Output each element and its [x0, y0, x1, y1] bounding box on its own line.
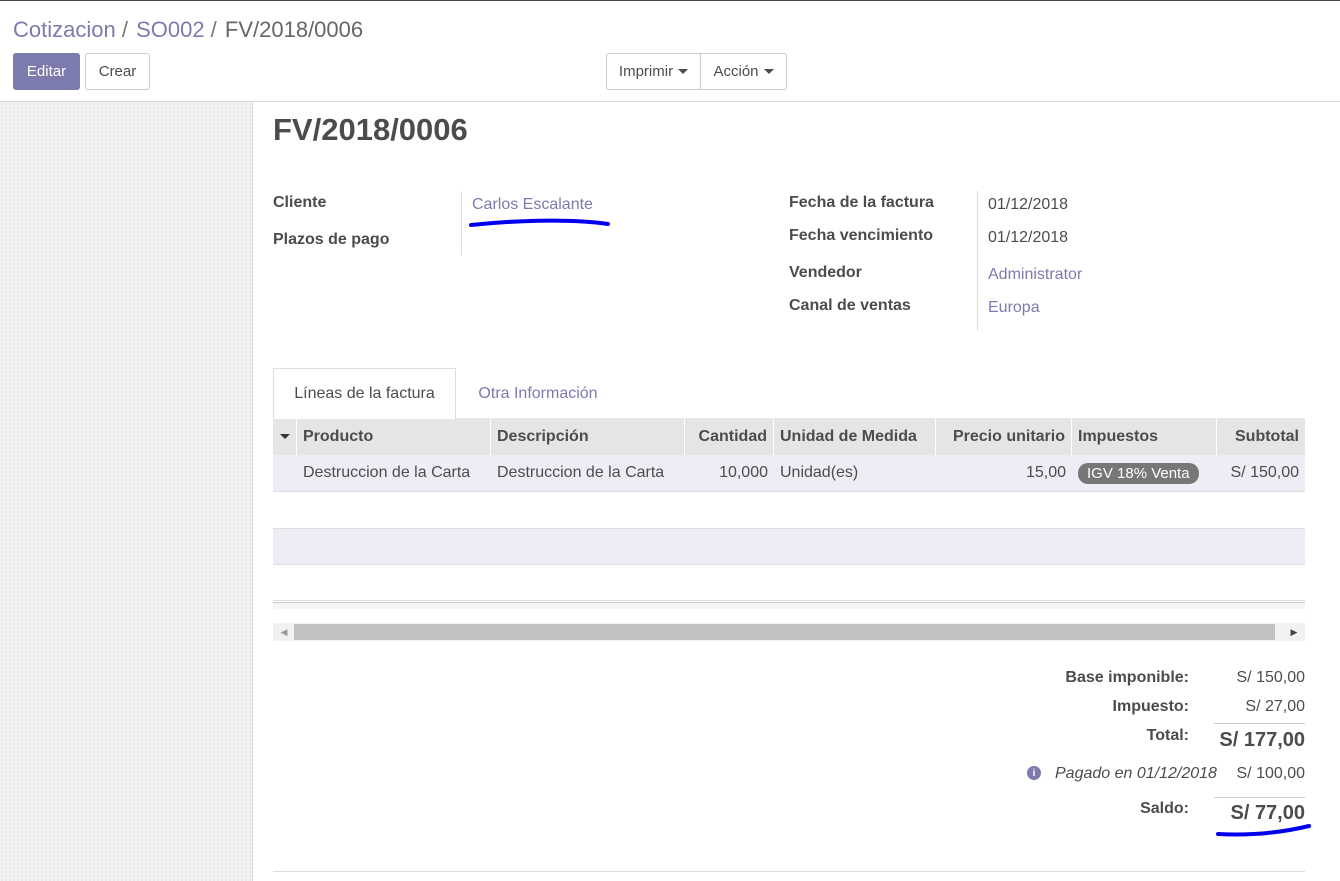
column-header-taxes[interactable]: Impuestos	[1072, 418, 1217, 455]
breadcrumb-separator: /	[115, 17, 135, 42]
field-divider	[461, 191, 462, 255]
cell-quantity: 10,000	[719, 464, 768, 481]
action-label: Acción	[713, 63, 759, 80]
total-value: S/ 177,00	[1219, 729, 1305, 751]
due-date-value: 01/12/2018	[988, 229, 1069, 246]
column-header-quantity[interactable]: Cantidad	[685, 418, 774, 455]
horizontal-scrollbar[interactable]: ◀ ▶	[273, 623, 1305, 641]
base-amount-value: S/ 150,00	[1236, 669, 1306, 686]
column-header-unit-price[interactable]: Precio unitario	[936, 418, 1072, 455]
breadcrumb-item-current: FV/2018/0006	[224, 17, 364, 42]
customer-label: Cliente	[273, 194, 327, 211]
notebook-tabs: Líneas de la factura Otra Información	[273, 368, 1305, 419]
create-button[interactable]: Crear	[85, 53, 150, 90]
sales-channel-label: Canal de ventas	[789, 297, 911, 314]
breadcrumb-item-cotizacion[interactable]: Cotizacion	[13, 17, 116, 42]
sidebar-dropdowns: Imprimir Acción	[606, 53, 787, 90]
table-footer-border	[273, 600, 1305, 601]
customer-link[interactable]: Carlos Escalante	[472, 196, 593, 214]
invoice-date-label: Fecha de la factura	[789, 194, 934, 211]
scrollbar-thumb[interactable]	[294, 624, 1275, 640]
salesperson-link[interactable]: Administrator	[988, 266, 1082, 284]
total-label: Total:	[1146, 727, 1189, 744]
payment-terms-label: Plazos de pago	[273, 231, 390, 248]
breadcrumb: Cotizacion / SO002 / FV/2018/0006	[13, 17, 363, 43]
column-toggle[interactable]	[273, 418, 297, 455]
tax-badge: IGV 18% Venta	[1078, 462, 1199, 484]
cell-subtotal: S/ 150,00	[1230, 464, 1300, 481]
field-divider	[977, 191, 978, 331]
tab-invoice-lines[interactable]: Líneas de la factura	[273, 368, 456, 419]
print-label: Imprimir	[618, 63, 674, 80]
breadcrumb-separator: /	[204, 17, 223, 42]
caret-down-icon	[678, 69, 689, 74]
table-header: Producto Descripción Cantidad Unidad de …	[273, 418, 1305, 455]
annotation-underline-balance	[1216, 824, 1311, 837]
invoice-date-value: 01/12/2018	[988, 196, 1069, 213]
cell-taxes: IGV 18% Venta	[1072, 455, 1217, 491]
column-header-subtotal[interactable]: Subtotal	[1217, 418, 1305, 455]
cell-product: Destruccion de la Carta	[303, 464, 471, 481]
balance-label: Saldo:	[1140, 800, 1189, 817]
action-dropdown-button[interactable]: Acción	[701, 53, 787, 90]
annotation-underline-customer	[469, 218, 610, 227]
caret-down-icon	[763, 69, 774, 74]
empty-row	[273, 528, 1305, 565]
column-header-uom[interactable]: Unidad de Medida	[774, 418, 936, 455]
salesperson-label: Vendedor	[789, 264, 862, 281]
tax-amount-value: S/ 27,00	[1245, 698, 1305, 715]
column-header-product[interactable]: Producto	[297, 418, 491, 455]
table-row[interactable]: Destruccion de la Carta Destruccion de l…	[273, 455, 1305, 492]
caret-down-icon	[279, 434, 290, 439]
payment-amount-value: S/ 100,00	[1236, 765, 1306, 782]
payment-info-text: Pagado en 01/12/2018	[1055, 765, 1217, 782]
bottom-divider	[273, 871, 1305, 872]
base-amount-label: Base imponible:	[1065, 669, 1189, 686]
print-dropdown-button[interactable]: Imprimir	[606, 53, 701, 90]
total-separator	[1214, 723, 1305, 724]
table-footer	[273, 602, 1305, 609]
balance-separator	[1214, 797, 1305, 798]
edit-button[interactable]: Editar	[13, 53, 80, 90]
tax-amount-label: Impuesto:	[1112, 698, 1189, 715]
tab-other-info[interactable]: Otra Información	[456, 368, 620, 419]
scroll-left-icon[interactable]: ◀	[275, 623, 293, 641]
column-header-description[interactable]: Descripción	[491, 418, 685, 455]
breadcrumb-item-so002[interactable]: SO002	[136, 17, 205, 42]
cell-uom: Unidad(es)	[780, 464, 859, 481]
empty-row	[273, 492, 1305, 529]
cell-description: Destruccion de la Carta	[497, 464, 665, 481]
control-panel: Cotizacion / SO002 / FV/2018/0006 Editar…	[0, 0, 1340, 102]
scroll-right-icon[interactable]: ▶	[1285, 623, 1303, 641]
invoice-title: FV/2018/0006	[273, 112, 468, 147]
info-icon[interactable]: i	[1027, 766, 1041, 780]
empty-row	[273, 565, 1305, 602]
cell-unit-price: 15,00	[1025, 464, 1066, 481]
sales-channel-link[interactable]: Europa	[988, 299, 1040, 317]
due-date-label: Fecha vencimiento	[789, 227, 934, 244]
